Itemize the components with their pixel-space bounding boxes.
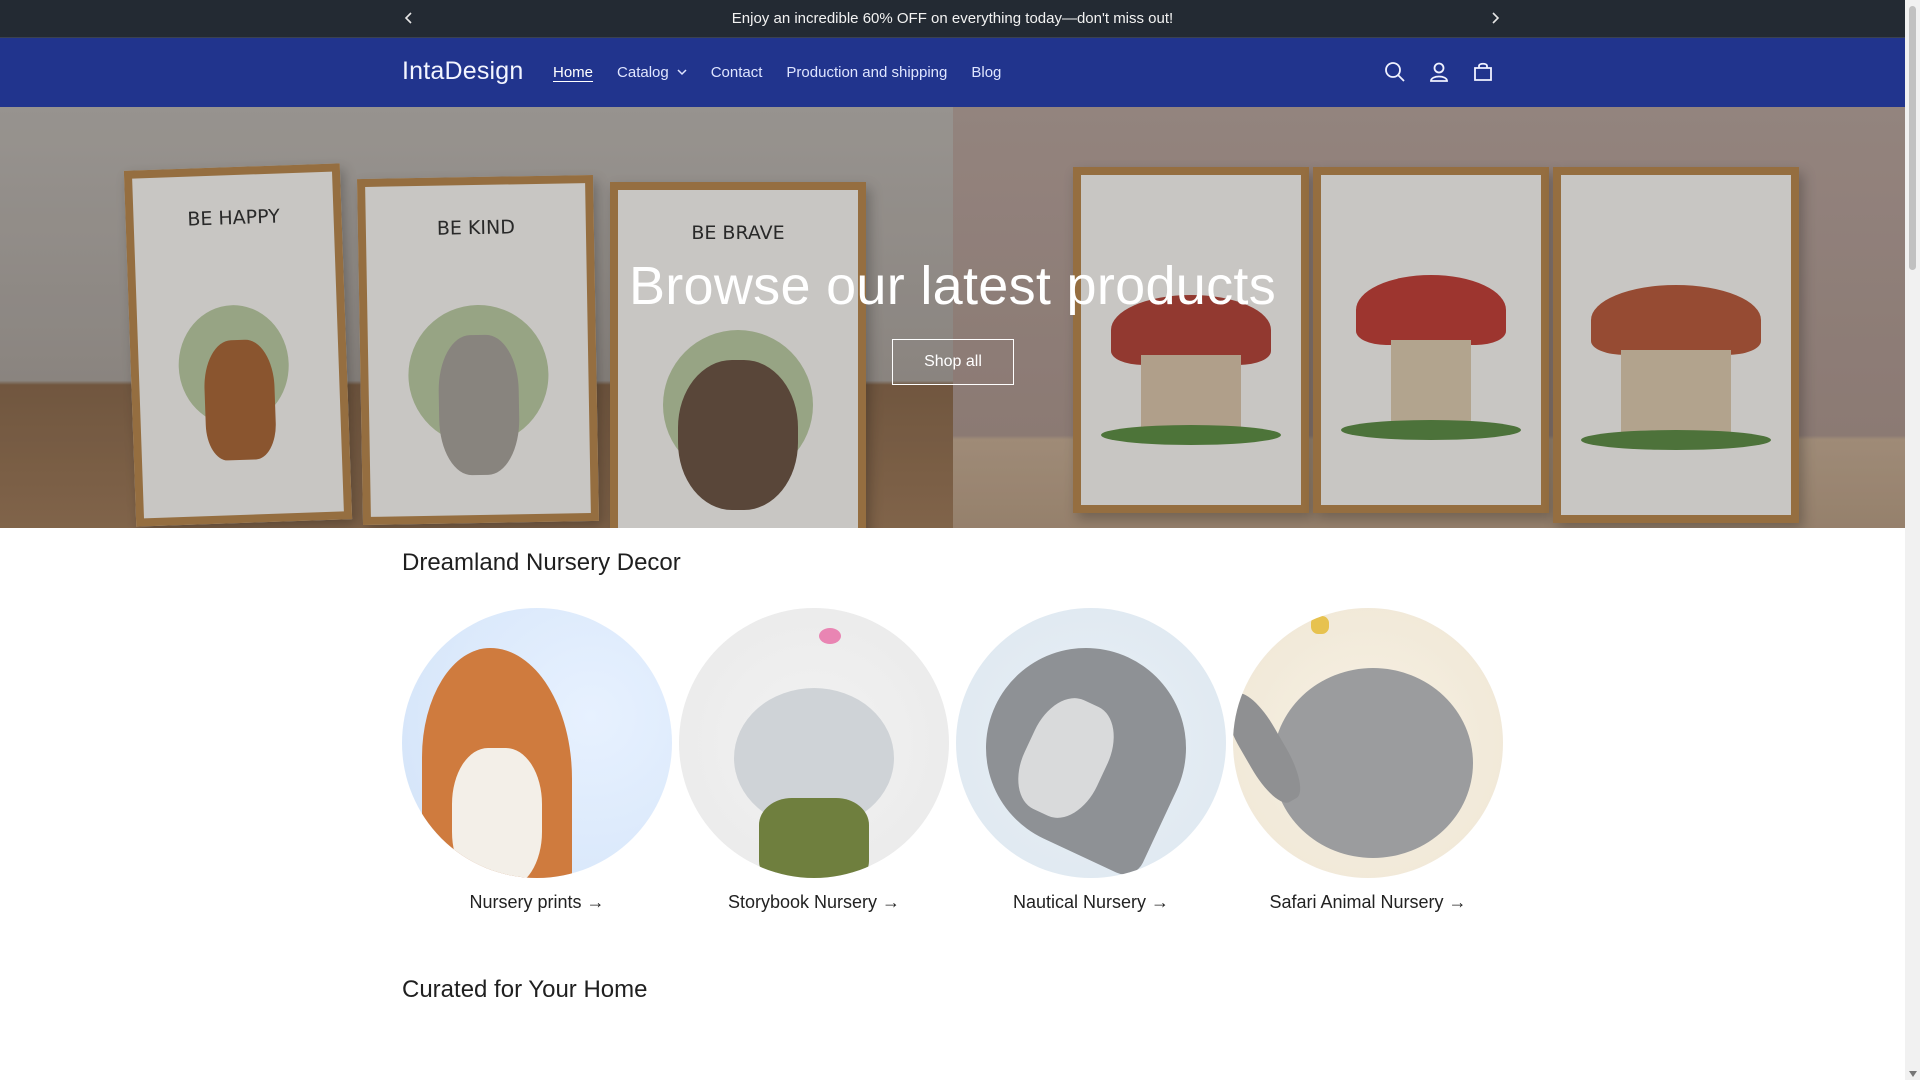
collections-title: Dreamland Nursery Decor: [402, 549, 681, 576]
site-logo[interactable]: IntaDesign: [402, 57, 524, 86]
search-button[interactable]: [1383, 60, 1407, 84]
page: Enjoy an incredible 60% OFF on everythin…: [0, 0, 1905, 1080]
account-icon: [1430, 62, 1448, 82]
nav-contact[interactable]: Contact: [711, 64, 763, 81]
collections-list: Nursery prints → Storybook Nursery → Nau…: [402, 608, 1504, 928]
shop-all-button[interactable]: Shop all: [892, 339, 1014, 385]
collection-image: [956, 608, 1226, 878]
collection-card[interactable]: Storybook Nursery →: [679, 608, 949, 913]
collection-card[interactable]: Safari Animal Nursery →: [1233, 608, 1503, 913]
hero-title: Browse our latest products: [628, 256, 1277, 316]
announcement-next-button[interactable]: [1486, 9, 1504, 27]
collection-label[interactable]: Safari Animal Nursery →: [1233, 892, 1503, 913]
collection-label[interactable]: Nautical Nursery →: [956, 892, 1226, 913]
scrollbar-thumb[interactable]: [1909, 6, 1916, 270]
chevron-down-icon: [677, 69, 687, 76]
curated-title: Curated for Your Home: [402, 976, 648, 1003]
collection-card[interactable]: Nursery prints →: [402, 608, 672, 913]
cart-icon: [1474, 62, 1492, 81]
nav-home[interactable]: Home: [553, 64, 593, 81]
chevron-right-icon: [1492, 12, 1500, 24]
collection-image: [1233, 608, 1503, 878]
collection-card[interactable]: Nautical Nursery →: [956, 608, 1226, 913]
account-button[interactable]: [1427, 60, 1451, 84]
triangle-down-icon: [1908, 1070, 1917, 1077]
collection-label[interactable]: Nursery prints →: [402, 892, 672, 913]
hero-banner: BE HAPPY BE KIND BE BRAVE Browse our lat…: [0, 107, 1905, 528]
header-icons: [1383, 60, 1495, 84]
nav-production-shipping[interactable]: Production and shipping: [786, 64, 947, 81]
nav-catalog[interactable]: Catalog: [617, 64, 687, 81]
announcement-bar: Enjoy an incredible 60% OFF on everythin…: [0, 0, 1905, 38]
main-nav: Home Catalog Contact Production and ship…: [553, 64, 1025, 81]
page-scrollbar[interactable]: [1905, 0, 1920, 1080]
hero-overlay: [0, 107, 1905, 528]
site-header: IntaDesign Home Catalog Contact Producti…: [0, 38, 1905, 107]
chevron-left-icon: [404, 12, 412, 24]
collection-image: [402, 608, 672, 878]
cart-button[interactable]: [1471, 60, 1495, 84]
announcement-text: Enjoy an incredible 60% OFF on everythin…: [731, 10, 1174, 27]
announcement-prev-button[interactable]: [400, 9, 418, 27]
collection-image: [679, 608, 949, 878]
nav-blog[interactable]: Blog: [971, 64, 1001, 81]
scroll-down-button[interactable]: [1908, 1069, 1917, 1078]
collection-label[interactable]: Storybook Nursery →: [679, 892, 949, 913]
nav-catalog-label: Catalog: [617, 64, 669, 81]
search-icon: [1385, 62, 1405, 82]
